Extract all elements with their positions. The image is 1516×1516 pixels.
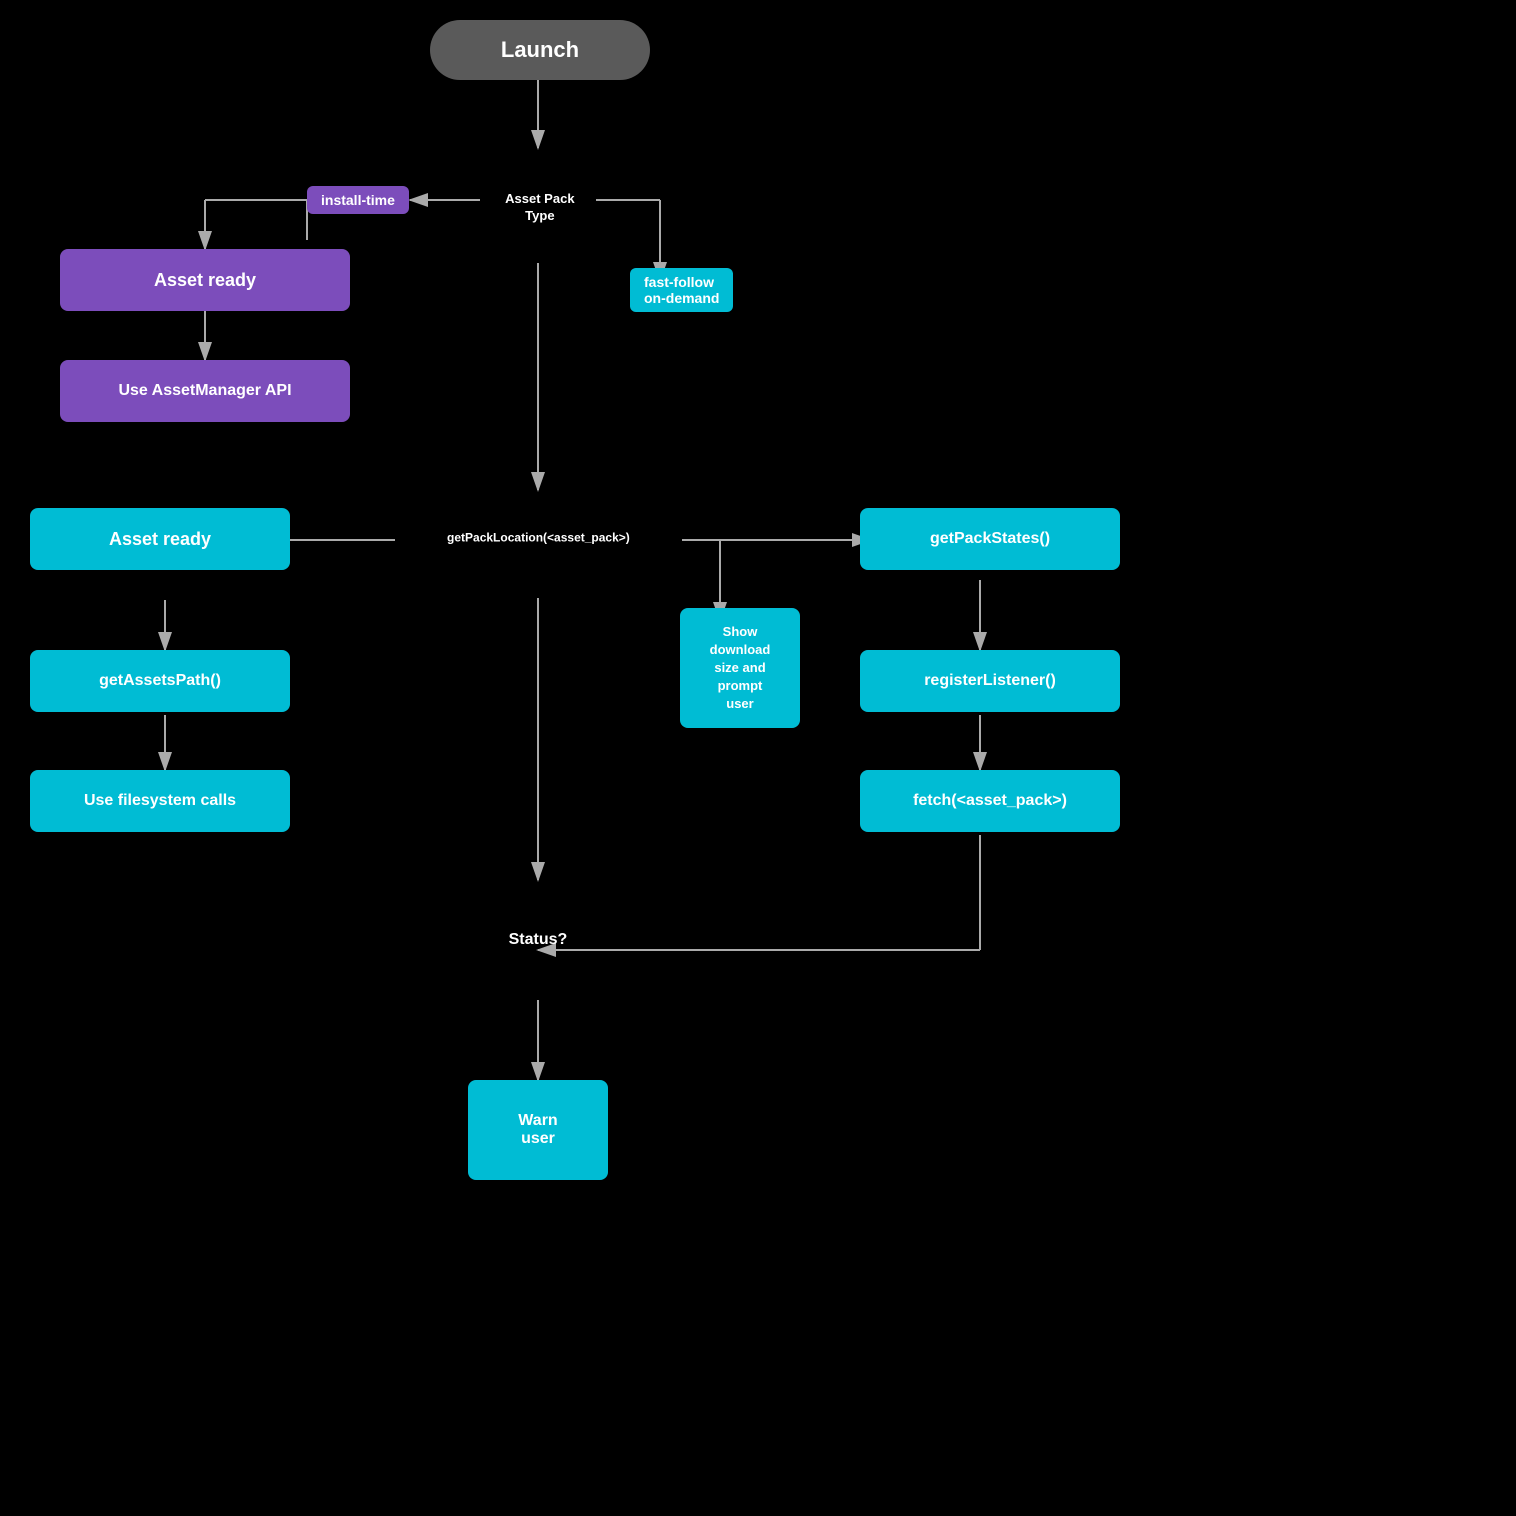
asset-pack-type-label: Asset Pack Type [505, 191, 574, 225]
install-time-text: install-time [321, 192, 395, 208]
fast-follow-text: fast-follow on-demand [644, 274, 719, 306]
get-assets-path: getAssetsPath() [30, 650, 290, 712]
asset-ready-2: Asset ready [30, 508, 290, 570]
register-listener: registerListener() [860, 650, 1120, 712]
get-assets-path-label: getAssetsPath() [99, 672, 221, 690]
fetch-asset-pack-label: fetch(<asset_pack>) [913, 792, 1067, 810]
use-filesystem-label: Use filesystem calls [84, 792, 236, 810]
warn-user: Warn user [468, 1080, 608, 1180]
get-pack-location-label: getPackLocation(<asset_pack>) [447, 530, 630, 546]
show-download: Show download size and prompt user [680, 608, 800, 728]
fast-follow-label: fast-follow on-demand [630, 268, 733, 312]
status-diamond: Status? [468, 880, 608, 1000]
register-listener-label: registerListener() [924, 672, 1056, 690]
status-label: Status? [509, 930, 568, 951]
launch-label: Launch [501, 37, 579, 63]
launch-node: Launch [430, 20, 650, 80]
show-download-label: Show download size and prompt user [710, 623, 771, 714]
use-filesystem-calls: Use filesystem calls [30, 770, 290, 832]
asset-ready-1-label: Asset ready [154, 270, 256, 291]
install-time-label: install-time [307, 186, 409, 214]
asset-ready-2-label: Asset ready [109, 529, 211, 550]
get-pack-states: getPackStates() [860, 508, 1120, 570]
asset-pack-type-diamond: Asset Pack Type [470, 148, 610, 268]
warn-user-label: Warn user [518, 1112, 557, 1148]
use-asset-manager-api: Use AssetManager API [60, 360, 350, 422]
get-pack-states-label: getPackStates() [930, 530, 1050, 548]
use-asset-manager-label: Use AssetManager API [118, 382, 291, 400]
fetch-asset-pack: fetch(<asset_pack>) [860, 770, 1120, 832]
get-pack-location-diamond: getPackLocation(<asset_pack>) [390, 478, 686, 598]
asset-ready-1: Asset ready [60, 249, 350, 311]
